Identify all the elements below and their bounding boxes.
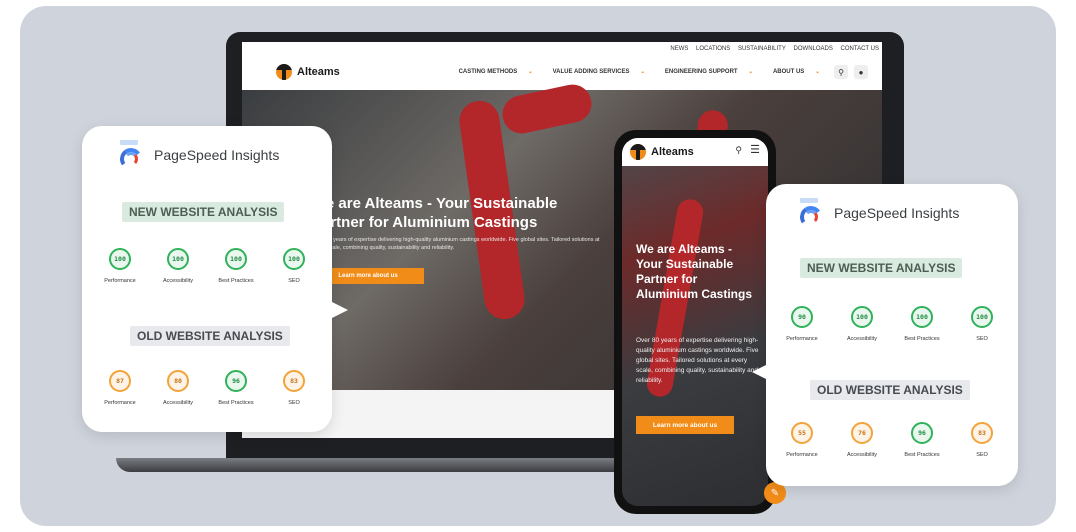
nav-menu: CASTING METHODS ⌄ VALUE ADDING SERVICES … [441, 68, 820, 75]
search-icon[interactable]: ⚲ [834, 65, 848, 79]
pagespeed-logo-icon [118, 140, 146, 172]
chevron-down-icon: ⌄ [640, 69, 646, 75]
globe-icon[interactable]: ● [854, 65, 868, 79]
new-analysis-label: NEW WEBSITE ANALYSIS [800, 258, 963, 278]
psi-title: PageSpeed Insights [154, 147, 280, 163]
pagespeed-logo-icon [798, 198, 826, 230]
phone-learn-more-button[interactable]: Learn more about us [636, 416, 734, 434]
pagespeed-card-phone: PageSpeed Insights NEW WEBSITE ANALYSIS … [752, 184, 1018, 486]
hero-title: We are Alteams - Your Sustainable Partne… [312, 195, 558, 231]
topbar-link-locations[interactable]: LOCATIONS [696, 46, 730, 52]
top-utility-bar: NEWS LOCATIONS SUSTAINABILITY DOWNLOADS … [242, 42, 882, 56]
alteams-logo-icon [630, 144, 646, 160]
new-metrics: 100 Performance 100 Accessibility 100 Best … [92, 248, 322, 284]
topbar-link-news[interactable]: NEWS [670, 46, 688, 52]
metric-seo: 100 SEO [266, 248, 322, 284]
metric-accessibility: 80 Accessibility [150, 370, 206, 406]
phone-hero-subtitle: Over 80 years of expertise delivering hi… [636, 337, 759, 384]
metric-best-practices: 100 Best Practices [894, 306, 950, 342]
metric-performance: 100 Performance [92, 248, 148, 284]
metric-performance: 87 Performance [92, 370, 148, 406]
chevron-down-icon: ⌄ [748, 69, 754, 75]
metric-seo: 100 SEO [954, 306, 1010, 342]
new-metrics: 90 Performance 100 Accessibility 100 Best P… [774, 306, 1010, 342]
metric-performance: 55 Performance [774, 422, 830, 458]
psi-header: PageSpeed Insights [118, 140, 280, 172]
nav-item-engineering[interactable]: ENGINEERING SUPPORT ⌄ [656, 69, 753, 75]
phone-hero-title: We are Alteams - Your Sustainable Partne… [636, 242, 753, 301]
menu-icon[interactable]: ☰ [750, 143, 760, 156]
nav-item-about[interactable]: ABOUT US ⌄ [764, 69, 820, 75]
psi-title: PageSpeed Insights [834, 205, 960, 221]
nav-icons: ⚲ ● [834, 65, 868, 79]
metric-accessibility: 100 Accessibility [834, 306, 890, 342]
nav-item-casting-methods[interactable]: CASTING METHODS ⌄ [450, 69, 533, 75]
psi-header: PageSpeed Insights [798, 198, 960, 230]
brand-logo[interactable]: Alteams [276, 64, 340, 80]
phone-brand-logo[interactable]: Alteams [630, 144, 694, 160]
metric-best-practices: 100 Best Practices [208, 248, 264, 284]
topbar-link-downloads[interactable]: DOWNLOADS [794, 46, 833, 52]
background-panel: NEWS LOCATIONS SUSTAINABILITY DOWNLOADS … [20, 6, 1056, 526]
chevron-down-icon: ⌄ [814, 69, 820, 75]
phone-brand-name: Alteams [651, 146, 694, 158]
robot-arm-image [499, 81, 595, 137]
nav-item-value-adding[interactable]: VALUE ADDING SERVICES ⌄ [544, 69, 646, 75]
old-metrics: 87 Performance 80 Accessibility 96 Best Pra… [92, 370, 322, 406]
hero-subtitle: Over 80 years of expertise delivering hi… [312, 237, 600, 251]
old-analysis-label: OLD WEBSITE ANALYSIS [810, 380, 970, 400]
metric-seo: 83 SEO [266, 370, 322, 406]
card-pointer [752, 364, 768, 380]
metric-performance: 90 Performance [774, 306, 830, 342]
card-pointer [332, 302, 348, 318]
phone-screen: Alteams ⚲ ☰ We are Alteams - Your Sustai… [622, 138, 768, 506]
metric-accessibility: 100 Accessibility [150, 248, 206, 284]
alteams-logo-icon [276, 64, 292, 80]
new-analysis-label: NEW WEBSITE ANALYSIS [122, 202, 285, 222]
old-analysis-label: OLD WEBSITE ANALYSIS [130, 326, 290, 346]
metric-seo: 83 SEO [954, 422, 1010, 458]
phone-navbar: Alteams ⚲ ☰ [622, 138, 768, 166]
brand-name: Alteams [297, 66, 340, 78]
search-icon[interactable]: ⚲ [735, 145, 742, 156]
metric-best-practices: 96 Best Practices [208, 370, 264, 406]
topbar-link-sustainability[interactable]: SUSTAINABILITY [738, 46, 786, 52]
chevron-down-icon: ⌄ [527, 69, 533, 75]
old-metrics: 55 Performance 76 Accessibility 96 Best Pra… [774, 422, 1010, 458]
pagespeed-card-laptop: PageSpeed Insights NEW WEBSITE ANALYSIS … [82, 126, 348, 432]
metric-accessibility: 76 Accessibility [834, 422, 890, 458]
topbar-link-contact[interactable]: CONTACT US [841, 46, 879, 52]
metric-best-practices: 96 Best Practices [894, 422, 950, 458]
